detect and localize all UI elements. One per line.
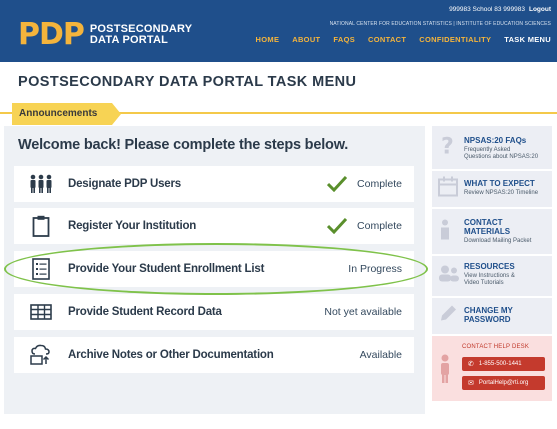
site-header: PDP POSTSECONDARY DATA PORTAL 999983 Sch… [0,0,557,62]
sidebar-contact-materials[interactable]: CONTACT MATERIALS Download Mailing Packe… [432,209,552,254]
status-text: Complete [357,220,402,232]
help-phone-button[interactable]: ✆ 1-855-500-1441 [462,357,545,371]
step-label: Archive Notes or Other Documentation [68,349,274,361]
step-status: Complete [327,218,402,234]
status-text: Complete [357,178,402,190]
contact-icon [438,218,452,245]
sidebar-sub: View Instructions & [464,273,515,279]
sidebar-faqs[interactable]: ? NPSAS:20 FAQs Frequently Asked Questio… [432,126,552,169]
nav-faqs[interactable]: FAQS [333,35,355,44]
nav-confidentiality[interactable]: CONFIDENTIALITY [419,35,491,44]
announcements-tab[interactable]: Announcements [12,103,112,125]
cloud-upload-icon [26,344,56,366]
email-icon: ✉ [468,380,474,387]
help-desk-title: CONTACT HELP DESK [462,344,530,350]
person-icon [439,354,451,389]
user-text: 999983 School 83 999983 [449,6,525,13]
sidebar-change-password[interactable]: CHANGE MY PASSWORD [432,298,552,334]
users-icon [26,174,56,194]
sidebar-title: MATERIALS [464,227,511,236]
status-text: Available [359,349,402,361]
step-status: Complete [327,176,402,192]
announcements-arrow [112,103,121,125]
logo-mark: PDP [18,17,85,52]
step-label: Provide Your Student Enrollment List [68,263,265,275]
sidebar-sub: Questions about NPSAS:20 [464,154,539,160]
nav-contact[interactable]: CONTACT [368,35,406,44]
step-status: Available [360,349,402,361]
step-archive-notes[interactable]: Archive Notes or Other Documentation Ava… [14,337,414,373]
step-designate-users[interactable]: Designate PDP Users Complete [14,166,414,202]
help-phone: 1-855-500-1441 [478,361,522,367]
help-email: PortalHelp@rti.org [478,380,529,386]
svg-text:?: ? [441,134,454,157]
sidebar-sub: Video Tutorials [464,280,504,286]
phone-icon: ✆ [468,361,474,368]
step-status: Not yet available [324,306,402,318]
logout-link[interactable]: Logout [529,6,551,13]
sidebar-title: NPSAS:20 FAQs [464,136,527,145]
main-nav: HOME ABOUT FAQS CONTACT CONFIDENTIALITY … [256,35,551,44]
pdp-logo[interactable]: PDP POSTSECONDARY DATA PORTAL [18,20,192,50]
page-title: POSTSECONDARY DATA PORTAL TASK MENU [18,74,357,90]
sidebar-title: WHAT TO EXPECT [464,179,535,188]
nav-about[interactable]: ABOUT [292,35,320,44]
user-info: 999983 School 83 999983 Logout [449,6,551,13]
welcome-heading: Welcome back! Please complete the steps … [18,137,349,153]
nav-task-menu[interactable]: TASK MENU [504,35,551,44]
help-desk-panel: CONTACT HELP DESK ✆ 1-855-500-1441 ✉ Por… [432,336,552,401]
clipboard-icon [26,215,56,237]
check-icon [327,218,348,234]
step-label: Provide Student Record Data [68,306,222,318]
list-icon [26,258,56,280]
step-label: Register Your Institution [68,220,197,232]
sidebar-sub: Review NPSAS:20 Timeline [464,190,539,196]
status-text: In Progress [348,263,402,275]
help-email-button[interactable]: ✉ PortalHelp@rti.org [462,376,545,390]
sidebar-sub: Download Mailing Packet [464,238,532,244]
resources-icon [438,265,460,288]
sidebar-title: RESOURCES [464,262,515,271]
check-icon [327,176,348,192]
sidebar-title: PASSWORD [464,315,511,324]
step-enrollment-list[interactable]: Provide Your Student Enrollment List In … [14,251,414,287]
calendar-icon [438,176,458,202]
step-status: In Progress [348,263,402,275]
sidebar-what-to-expect[interactable]: WHAT TO EXPECT Review NPSAS:20 Timeline [432,171,552,207]
nav-home[interactable]: HOME [256,35,280,44]
pencil-icon [438,304,458,329]
sidebar-sub: Frequently Asked [464,147,511,153]
step-student-record[interactable]: Provide Student Record Data Not yet avai… [14,294,414,330]
agency-line: NATIONAL CENTER FOR EDUCATION STATISTICS… [329,21,551,27]
logo-line2: DATA PORTAL [89,34,169,46]
table-icon [26,304,56,320]
question-icon: ? [438,133,456,162]
step-register-institution[interactable]: Register Your Institution Complete [14,208,414,244]
status-text: Not yet available [324,306,402,318]
sidebar-resources[interactable]: RESOURCES View Instructions & Video Tuto… [432,256,552,296]
step-label: Designate PDP Users [68,178,181,190]
